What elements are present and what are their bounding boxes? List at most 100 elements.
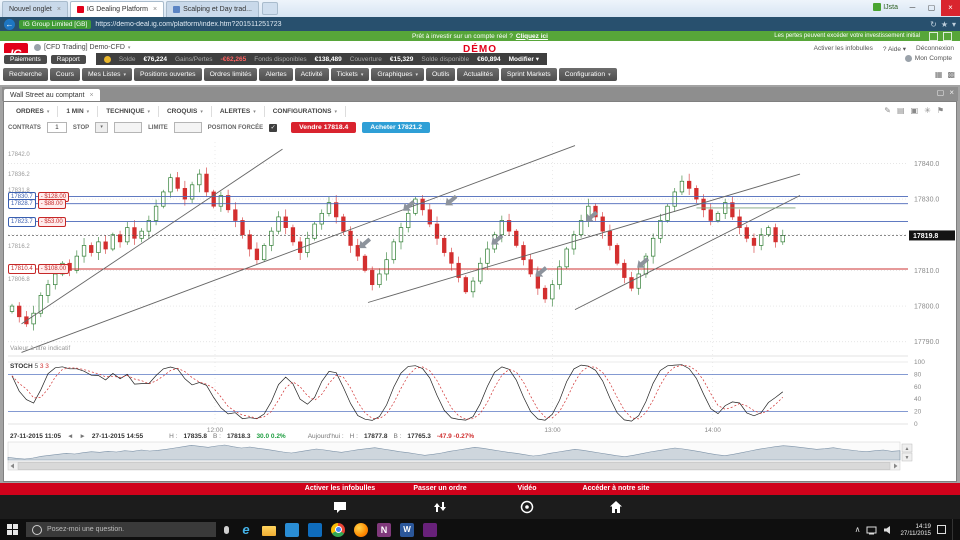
chart-toolbar-alertes[interactable]: ALERTES ▾ (212, 106, 265, 117)
range-start[interactable]: 27-11-2015 11:05 (10, 433, 61, 440)
taskbar-clock[interactable]: 14:19 27/11/2015 (900, 523, 931, 537)
vs-taskbar-icon[interactable] (423, 522, 437, 537)
promo-link[interactable]: Cliquez ici (516, 33, 548, 40)
chart-toolbar-croquis[interactable]: CROQUIS ▾ (159, 106, 212, 117)
menu-item-cours[interactable]: Cours (49, 68, 81, 81)
browser-tab-scalping[interactable]: Scalping et Day trad... (166, 1, 259, 17)
menu-item-tickets[interactable]: Tickets ▾ (330, 68, 370, 81)
menu-item-outils[interactable]: Outils (426, 68, 456, 81)
tab-close-icon[interactable]: × (89, 92, 93, 99)
mail-taskbar-icon[interactable] (285, 522, 299, 537)
cortana-search[interactable]: Posez-moi une question. (26, 522, 216, 537)
store-taskbar-icon[interactable] (308, 522, 322, 537)
minimize-button[interactable]: ─ (903, 0, 922, 16)
firefox-taskbar-icon[interactable] (354, 522, 368, 537)
footer-action-vid-o[interactable]: Vidéo (518, 485, 537, 492)
show-desktop-button[interactable] (952, 519, 956, 540)
force-open-label: POSITION FORCÉE (207, 124, 264, 131)
ev-certificate-badge[interactable]: IG Group Limited [GB] (19, 19, 92, 29)
chrome-taskbar-icon[interactable] (331, 522, 345, 537)
ie-taskbar-icon[interactable]: e (239, 522, 253, 537)
chart-toolbar-1-min[interactable]: 1 MIN ▾ (58, 106, 99, 117)
menu-item-positions-ouvertes[interactable]: Positions ouvertes (134, 68, 202, 81)
payments-button[interactable]: Paiements (4, 54, 47, 64)
tab-close-icon[interactable]: × (153, 6, 157, 13)
start-button[interactable] (7, 524, 18, 535)
report-button[interactable]: Rapport (50, 54, 86, 64)
print-icon[interactable]: ▤ (897, 106, 905, 115)
refresh-icon[interactable]: ↻ (930, 20, 937, 29)
restore-icon[interactable]: ▢ (937, 88, 945, 97)
range-end[interactable]: 27-11-2015 14:55 (92, 433, 143, 440)
menu-item-actualit-s[interactable]: Actualités (457, 68, 499, 81)
close-icon[interactable]: × (949, 88, 954, 97)
contracts-input[interactable]: 1 (46, 122, 67, 133)
maximize-button[interactable]: ▢ (922, 0, 941, 16)
network-icon[interactable] (866, 525, 877, 535)
range-right-arrow-icon[interactable]: ► (79, 433, 85, 440)
limit-input[interactable] (173, 122, 202, 133)
stop-input[interactable] (114, 122, 143, 133)
action-center-icon[interactable] (937, 525, 946, 534)
favorites-star-icon[interactable]: ★ (941, 20, 948, 29)
my-account-link[interactable]: Mon Compte (904, 55, 952, 62)
tooltips-link[interactable]: Activer les infobulles (814, 45, 873, 53)
menu-item-alertes[interactable]: Alertes (259, 68, 293, 81)
banner-icon[interactable] (943, 32, 952, 41)
chart-tab-wall-street[interactable]: Wall Street au comptant × (4, 89, 100, 101)
menu-item-activit-[interactable]: Activité (294, 68, 329, 81)
order-icon[interactable] (432, 499, 448, 515)
explorer-taskbar-icon[interactable] (262, 525, 276, 536)
help-link[interactable]: ? Aide ▾ (883, 45, 906, 53)
popout-icon[interactable]: ▩ (947, 70, 955, 79)
flag-icon[interactable]: ⚑ (937, 106, 944, 115)
menu-item-ordres-limit-s[interactable]: Ordres limités (203, 68, 258, 81)
stop-type-select[interactable]: ▾ (95, 122, 109, 133)
onenote-taskbar-icon[interactable]: N (377, 522, 391, 537)
browser-tab-ig[interactable]: IG Dealing Platform × (69, 1, 165, 17)
settings-icon[interactable]: ✳ (924, 106, 931, 115)
svg-text:17790.0: 17790.0 (914, 339, 939, 346)
price-chart[interactable]: 17840.017830.017810.017800.017790.012:00… (0, 138, 960, 472)
microphone-icon[interactable] (224, 525, 229, 534)
extension-icon (873, 3, 882, 11)
sell-button[interactable]: Vendre 17818.4 (291, 122, 357, 133)
new-tab-button[interactable] (261, 2, 278, 15)
footer-action-passer-un-ordre[interactable]: Passer un ordre (413, 485, 466, 492)
banner-icon[interactable] (929, 32, 938, 41)
buy-button[interactable]: Acheter 17821.2 (362, 122, 431, 133)
menu-item-sprint-markets[interactable]: Sprint Markets (500, 68, 557, 81)
hidden-icons-chevron[interactable]: ∧ (855, 525, 861, 534)
home-icon[interactable] (608, 499, 624, 515)
speaker-icon[interactable] (883, 525, 894, 535)
snapshot-icon[interactable]: ▣ (911, 106, 919, 115)
balance-label: Solde disponible (421, 55, 470, 63)
back-button[interactable]: ← (4, 18, 15, 30)
browser-extension-badge[interactable]: IJsta (873, 3, 898, 11)
close-button[interactable]: × (941, 0, 960, 16)
video-icon[interactable] (519, 499, 535, 515)
footer-action-activer-les-infobulles[interactable]: Activer les infobulles (305, 485, 375, 492)
word-taskbar-icon[interactable]: W (400, 522, 414, 537)
chart-toolbar-configurations[interactable]: CONFIGURATIONS ▾ (265, 106, 346, 117)
range-left-arrow-icon[interactable]: ◄ (67, 433, 73, 440)
layout-grid-icon[interactable]: ▦ (935, 70, 943, 79)
pencil-icon[interactable]: ✎ (884, 106, 891, 115)
menu-item-configuration[interactable]: Configuration ▾ (558, 68, 617, 81)
browser-tab-new[interactable]: Nouvel onglet × (2, 1, 68, 17)
chat-icon[interactable] (332, 499, 348, 515)
logout-link[interactable]: Déconnexion (916, 45, 954, 53)
svg-text:17830.0: 17830.0 (914, 197, 939, 204)
tools-menu-icon[interactable]: ▾ (952, 20, 956, 29)
menu-item-recherche[interactable]: Recherche (3, 68, 48, 81)
menu-item-mes-listes[interactable]: Mes Listes ▾ (82, 68, 133, 81)
address-input[interactable]: https://demo-deal.ig.com/platform/index.… (95, 21, 926, 28)
tab-close-icon[interactable]: × (57, 6, 61, 13)
menu-item-graphiques[interactable]: Graphiques ▾ (371, 68, 425, 81)
modify-button[interactable]: Modifier ▾ (509, 55, 539, 63)
chart-toolbar-technique[interactable]: TECHNIQUE ▾ (98, 106, 159, 117)
stochastic-label[interactable]: STOCH 5 3 3 (10, 363, 49, 370)
force-open-checkbox[interactable]: ✓ (269, 123, 278, 132)
chart-toolbar-ordres[interactable]: ORDRES ▾ (8, 106, 59, 117)
footer-action-acc-der-notre-site[interactable]: Accéder à notre site (583, 485, 650, 492)
